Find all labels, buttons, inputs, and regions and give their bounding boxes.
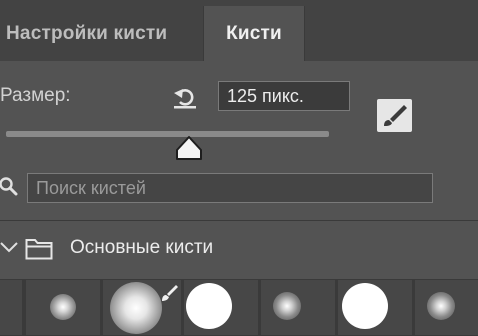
hard-round-brush-preview [342, 283, 388, 329]
size-value-field[interactable]: 125 пикс. [218, 81, 350, 111]
tab-label: Настройки кисти [6, 22, 168, 44]
brush-thumb[interactable] [338, 280, 412, 335]
brush-search-input[interactable]: Поиск кистей [27, 173, 433, 203]
brush-thumb[interactable] [261, 280, 335, 335]
folder-icon [25, 239, 53, 260]
brush-settings-icon [384, 105, 407, 126]
soft-round-brush-preview [427, 292, 455, 320]
brush-marker-icon [162, 285, 178, 301]
search-icon [0, 177, 18, 196]
brush-thumbnails [0, 279, 478, 336]
tab-brush-settings[interactable]: Настройки кисти [0, 6, 200, 61]
brush-thumb[interactable] [103, 280, 181, 335]
brush-thumb-partial[interactable] [0, 280, 22, 335]
size-slider-thumb[interactable] [174, 135, 204, 161]
size-label: Размер: [0, 85, 71, 106]
tab-brushes[interactable]: Кисти [203, 6, 305, 61]
soft-round-brush-preview [273, 292, 301, 320]
soft-round-brush-preview [50, 294, 76, 320]
brush-thumb[interactable] [184, 280, 258, 335]
reset-arrow-icon[interactable] [172, 84, 198, 110]
chevron-down-icon[interactable] [0, 238, 18, 256]
brush-settings-button[interactable] [377, 99, 412, 132]
brush-group-label: Основные кисти [70, 237, 214, 258]
tab-label: Кисти [226, 22, 282, 44]
brush-thumb[interactable] [415, 280, 478, 335]
tab-bar: Настройки кисти Кисти [0, 0, 478, 61]
brushes-panel: Настройки кисти Кисти Размер: 125 пикс. … [0, 0, 478, 336]
brush-thumb[interactable] [26, 280, 100, 335]
size-slider-track[interactable] [6, 131, 329, 137]
soft-round-brush-preview [110, 282, 162, 334]
hard-round-brush-preview [186, 283, 232, 329]
